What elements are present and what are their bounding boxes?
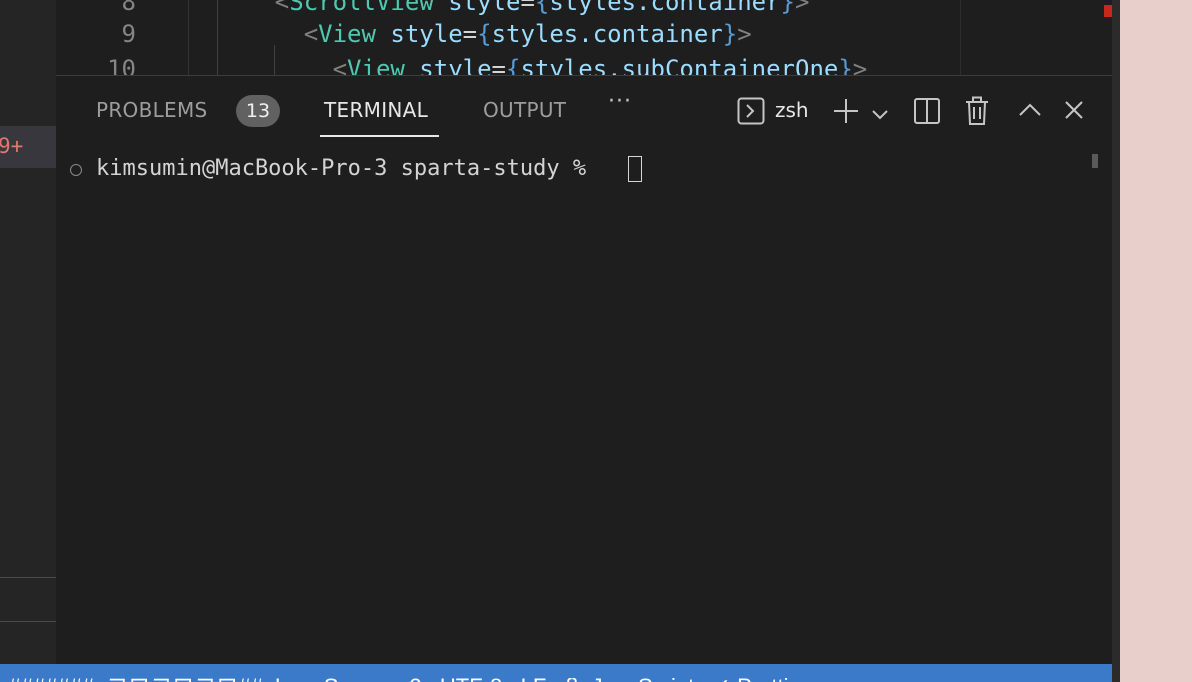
code-token: style bbox=[448, 0, 521, 16]
code-token: { bbox=[477, 20, 492, 48]
code-line: <View style={styles.subContainerOne}> bbox=[217, 55, 868, 75]
close-icon[interactable] bbox=[1064, 100, 1084, 124]
split-terminal-icon[interactable] bbox=[913, 97, 941, 129]
terminal-prompt: kimsumin@MacBook-Pro-3 sparta-study % bbox=[96, 156, 600, 181]
chevron-up-icon[interactable] bbox=[1018, 102, 1042, 122]
code-token: > bbox=[795, 0, 810, 16]
code-editor[interactable]: 8 <ScrollView style={styles.container}> … bbox=[56, 0, 1112, 75]
code-token: } bbox=[780, 0, 795, 16]
code-token: styles.container bbox=[549, 0, 781, 16]
terminal-scrollbar[interactable] bbox=[1092, 154, 1098, 168]
code-token: View bbox=[318, 20, 376, 48]
code-token: styles.subContainerOne bbox=[520, 55, 839, 75]
code-token: style bbox=[390, 20, 463, 48]
code-token: } bbox=[722, 20, 738, 48]
sidebar-divider bbox=[0, 577, 56, 578]
line-number: 10 bbox=[107, 55, 136, 75]
code-token: styles.container bbox=[491, 20, 723, 48]
code-token: style bbox=[419, 55, 492, 75]
code-token: = bbox=[491, 55, 506, 75]
minimap-separator bbox=[960, 0, 961, 75]
code-token: = bbox=[520, 0, 535, 16]
code-token: { bbox=[506, 55, 521, 75]
terminal-icon[interactable] bbox=[737, 97, 765, 129]
status-bar-text[interactable]: o#######oコロコロコロ## Loa Spaces: 2 UTF-8 LF… bbox=[0, 669, 808, 682]
new-terminal-icon[interactable] bbox=[832, 97, 860, 129]
bottom-panel: PROBLEMS 13 TERMINAL OUTPUT ··· zsh kims… bbox=[56, 75, 1112, 665]
tab-problems[interactable]: PROBLEMS bbox=[96, 98, 208, 122]
code-token: > bbox=[737, 20, 752, 48]
problems-count-badge: 13 bbox=[236, 95, 280, 127]
code-token: ScrollView bbox=[289, 0, 434, 16]
gutter-separator bbox=[188, 0, 189, 75]
line-number: 9 bbox=[121, 20, 136, 48]
sidebar-divider bbox=[0, 621, 56, 622]
command-status-icon bbox=[70, 164, 82, 176]
code-token: { bbox=[534, 0, 550, 16]
terminal-cursor bbox=[628, 156, 642, 182]
tab-output[interactable]: OUTPUT bbox=[483, 98, 566, 122]
code-token: < bbox=[332, 55, 348, 75]
line-number: 8 bbox=[121, 0, 136, 16]
error-scroll-marker bbox=[1104, 5, 1112, 17]
code-token: < bbox=[274, 0, 290, 16]
code-token: = bbox=[462, 20, 478, 48]
problem-count-badge: 9+ bbox=[0, 134, 24, 158]
code-token: > bbox=[852, 55, 868, 75]
code-line: <View style={styles.container}> bbox=[217, 20, 752, 48]
status-bar: o#######oコロコロコロ## Loa Spaces: 2 UTF-8 LF… bbox=[0, 664, 1112, 682]
window-edge bbox=[1112, 0, 1120, 682]
desktop-background bbox=[1120, 0, 1192, 682]
active-tab-indicator bbox=[320, 135, 439, 137]
code-token: < bbox=[303, 20, 319, 48]
more-tabs-button[interactable]: ··· bbox=[608, 89, 632, 114]
chevron-down-icon[interactable] bbox=[872, 106, 888, 125]
tab-terminal[interactable]: TERMINAL bbox=[324, 98, 428, 122]
terminal-shell-label[interactable]: zsh bbox=[775, 98, 809, 122]
trash-icon[interactable] bbox=[964, 96, 990, 130]
code-token: View bbox=[347, 55, 405, 75]
explorer-sidebar: 9+ bbox=[0, 0, 56, 664]
code-token: } bbox=[838, 55, 853, 75]
code-line: <ScrollView style={styles.container}> bbox=[217, 0, 810, 16]
